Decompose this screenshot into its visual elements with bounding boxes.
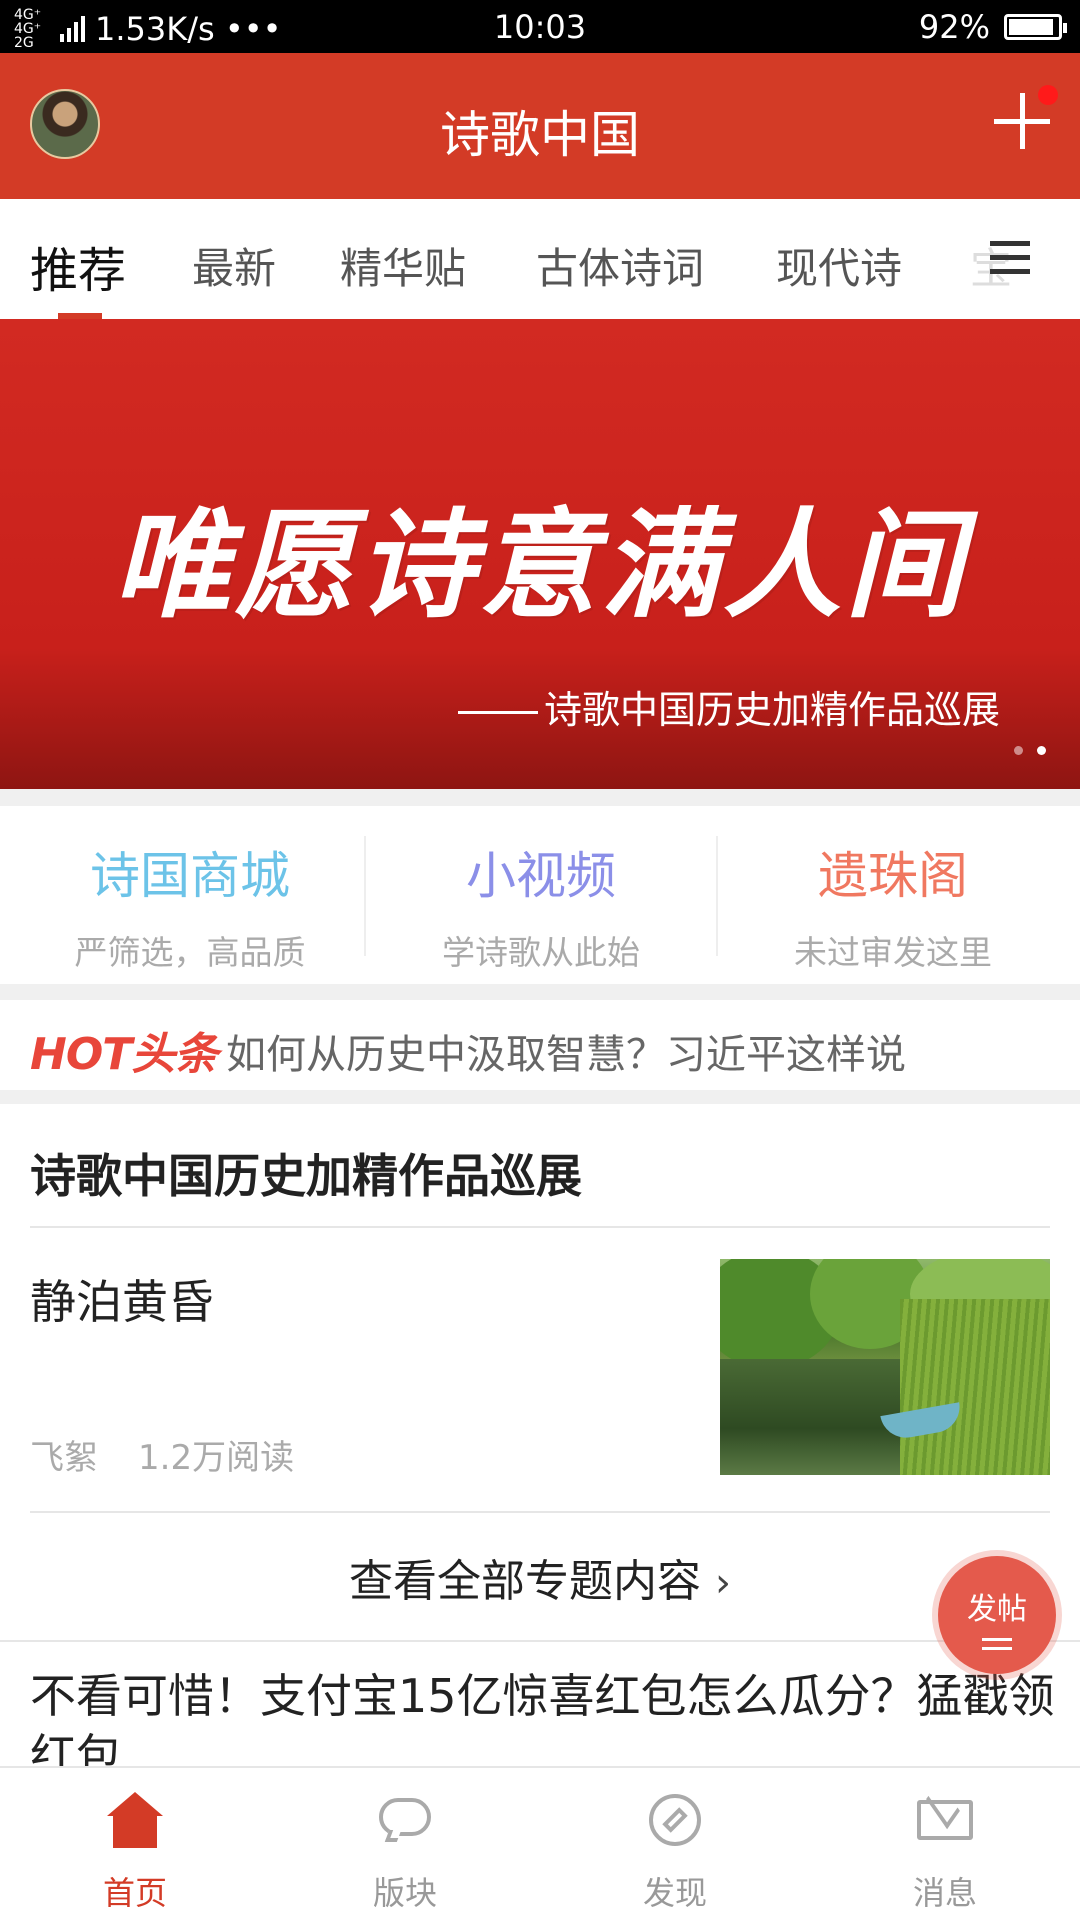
nav-label: 发现 xyxy=(642,1874,707,1912)
status-bar: 4G⁺ 4G⁺ 2G 1.53K/s ••• 10:03 92% xyxy=(0,0,1080,53)
pagination-dot-active xyxy=(1037,746,1046,755)
hot-headline-text: 如何从历史中汲取智慧？习近平这样说 xyxy=(226,1032,906,1078)
fab-lines-icon xyxy=(982,1638,1012,1650)
shortcut-pearl-pavilion[interactable]: 遗珠阁 未过审发这里 xyxy=(718,806,1068,984)
nav-discover[interactable]: 发现 xyxy=(540,1768,810,1922)
divider xyxy=(0,1640,1080,1642)
nav-sections[interactable]: 版块 xyxy=(270,1768,540,1922)
hot-headline-bar[interactable]: HOT头条 如何从历史中汲取智慧？习近平这样说 xyxy=(0,1000,1080,1090)
divider xyxy=(0,1090,1080,1104)
shortcut-subtitle: 严筛选，高品质 xyxy=(74,933,306,972)
pagination-dot xyxy=(1014,746,1023,755)
feature-shortcuts: 诗国商城 严筛选，高品质 小视频 学诗歌从此始 遗珠阁 未过审发这里 xyxy=(0,806,1080,984)
bottom-nav: 首页 版块 发现 消息 xyxy=(0,1766,1080,1920)
app-title: 诗歌中国 xyxy=(440,106,640,164)
fab-label: 发帖 xyxy=(967,1592,1027,1627)
divider xyxy=(0,984,1080,1000)
divider xyxy=(30,1511,1050,1513)
post-fab-button[interactable]: 发帖 xyxy=(938,1556,1056,1674)
nav-label: 首页 xyxy=(102,1874,167,1912)
article-reads: 1.2万阅读 xyxy=(138,1438,295,1478)
nav-messages[interactable]: 消息 xyxy=(810,1768,1080,1922)
battery-icon xyxy=(1004,14,1067,40)
hero-banner[interactable]: 唯愿诗意满人间 诗歌中国历史加精作品巡展 xyxy=(0,319,1080,789)
shortcut-title: 小视频 xyxy=(466,847,616,905)
article-meta: 飞絮 1.2万阅读 xyxy=(30,1430,294,1479)
shortcut-title: 诗国商城 xyxy=(90,847,290,905)
battery-percent: 92% xyxy=(918,8,990,46)
nav-label: 消息 xyxy=(912,1874,977,1912)
home-icon xyxy=(105,1790,165,1850)
app-header: 诗歌中国 xyxy=(0,53,1080,199)
nav-home[interactable]: 首页 xyxy=(0,1768,270,1922)
compass-icon xyxy=(645,1790,705,1850)
tab-modern-poetry[interactable]: 现代诗 xyxy=(776,235,902,296)
divider xyxy=(0,789,1080,806)
article-thumbnail[interactable] xyxy=(720,1259,1050,1475)
banner-headline: 唯愿诗意满人间 xyxy=(112,495,967,634)
add-button[interactable] xyxy=(992,85,1058,151)
shortcut-title: 遗珠阁 xyxy=(818,847,968,905)
tab-featured[interactable]: 精华贴 xyxy=(340,235,466,296)
chat-icon xyxy=(375,1790,435,1850)
article-title[interactable]: 静泊黄昏 xyxy=(30,1266,214,1332)
nav-label: 版块 xyxy=(372,1874,437,1912)
divider xyxy=(30,1226,1050,1228)
shortcut-subtitle: 学诗歌从此始 xyxy=(442,933,640,972)
chevron-right-icon: › xyxy=(715,1560,731,1606)
hot-logo: HOT头条 xyxy=(30,1029,218,1080)
article-author: 飞絮 xyxy=(30,1438,98,1478)
category-tabs: 推荐 最新 精华贴 古体诗词 现代诗 宝 xyxy=(0,199,1080,319)
see-all-topics-link[interactable]: 查看全部专题内容 › xyxy=(0,1545,1080,1609)
tab-recommend[interactable]: 推荐 xyxy=(30,231,126,301)
shortcut-short-video[interactable]: 小视频 学诗歌从此始 xyxy=(366,806,716,984)
mail-icon xyxy=(915,1780,975,1850)
notification-dot xyxy=(1038,85,1058,105)
tab-latest[interactable]: 最新 xyxy=(192,235,276,296)
shortcut-mall[interactable]: 诗国商城 严筛选，高品质 xyxy=(15,806,365,984)
menu-icon[interactable] xyxy=(990,241,1030,275)
banner-pagination xyxy=(1014,746,1046,755)
shortcut-subtitle: 未过审发这里 xyxy=(794,933,992,972)
banner-subtitle: 诗歌中国历史加精作品巡展 xyxy=(458,679,1000,734)
topic-title: 诗歌中国历史加精作品巡展 xyxy=(30,1149,582,1203)
status-right: 92% xyxy=(918,8,1067,46)
tab-classical-poetry[interactable]: 古体诗词 xyxy=(536,235,704,296)
